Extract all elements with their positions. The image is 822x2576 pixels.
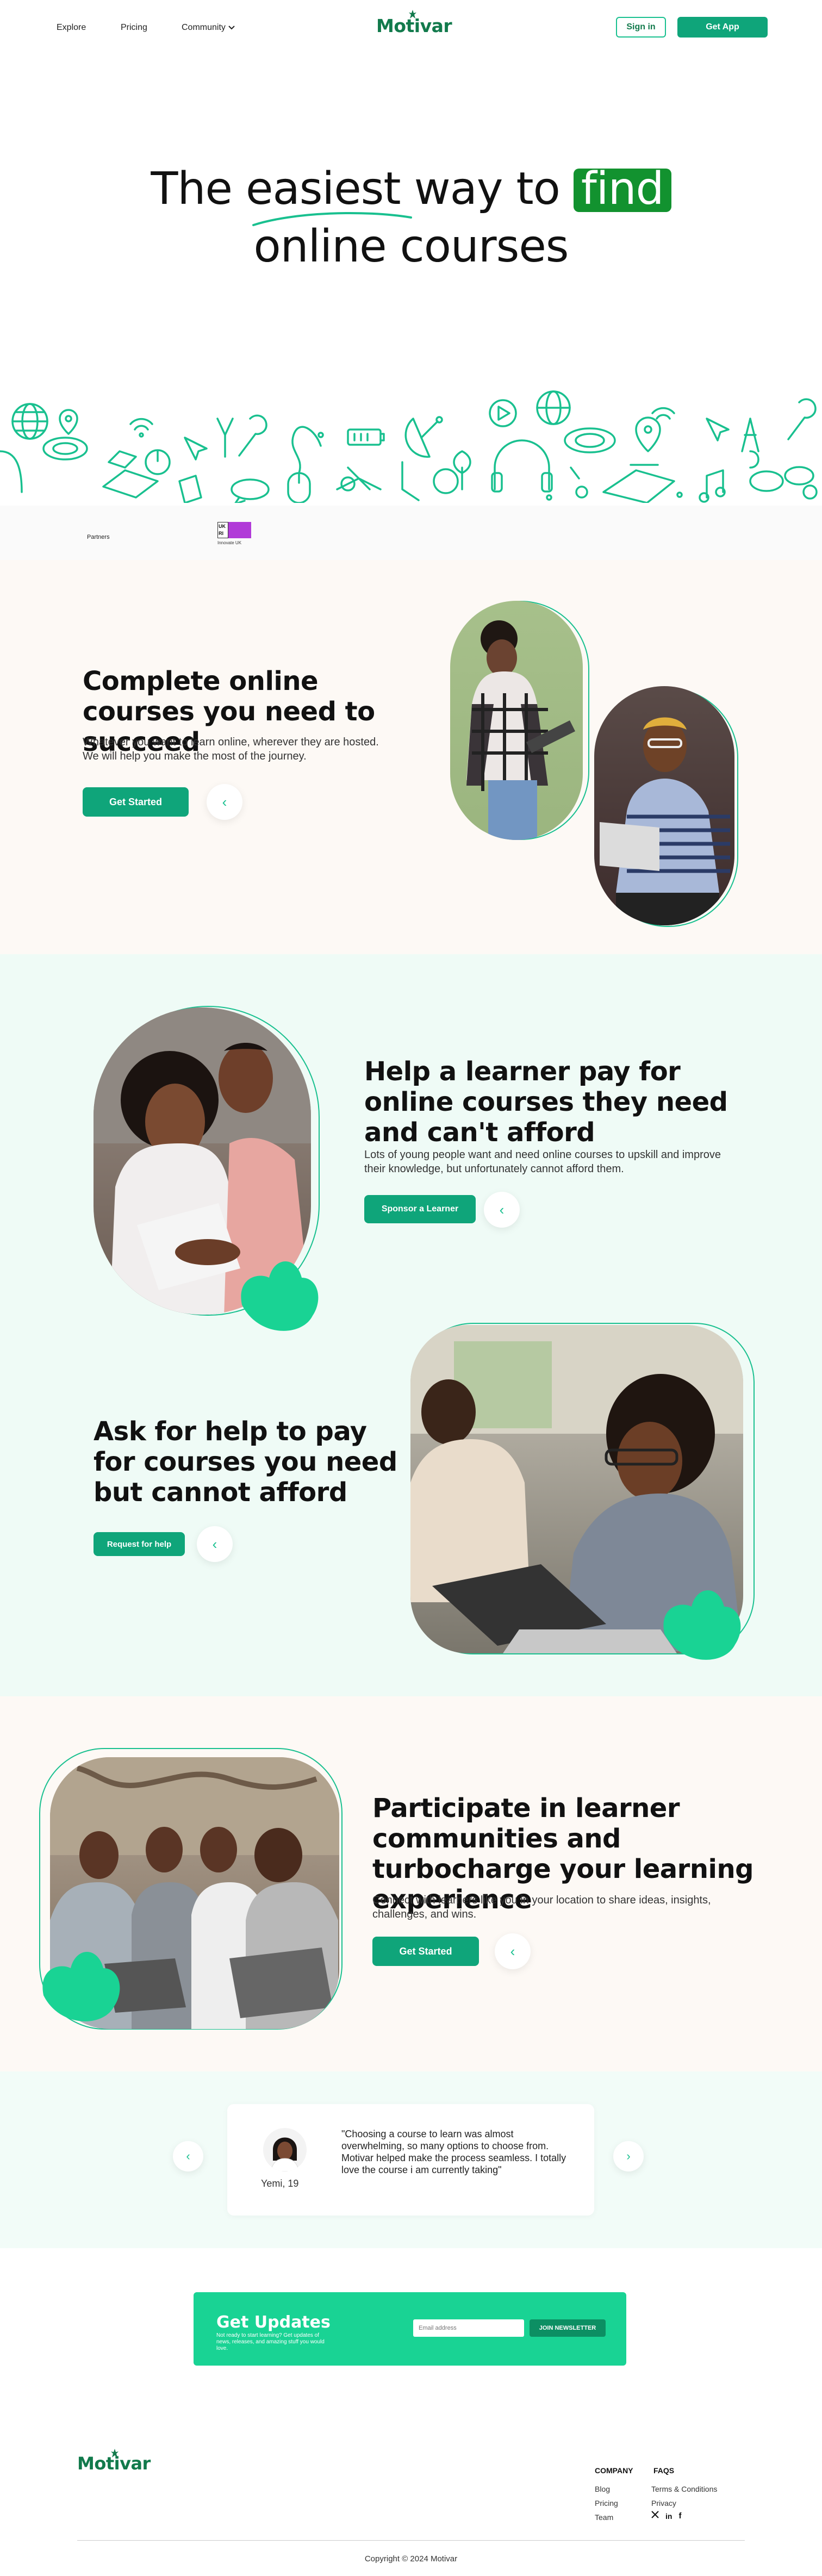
get-app-button[interactable]: Get App	[677, 17, 768, 38]
partners-strip: Partners UK RI Innovate UK	[0, 506, 822, 560]
linkedin-icon[interactable]: in	[665, 2512, 672, 2521]
section-complete-courses: Complete online courses you need to succ…	[0, 560, 822, 954]
partners-label: Partners	[87, 534, 110, 540]
footer-link-blog[interactable]: Blog	[595, 2485, 610, 2493]
hero-word-way-to: way to	[414, 163, 561, 215]
section4-body: Connect with learners like you in your l…	[372, 1894, 711, 1920]
nav-community[interactable]: Community	[182, 23, 235, 33]
footer-link-privacy[interactable]: Privacy	[651, 2499, 676, 2507]
innovate-uk-logo: UK RI Innovate UK	[217, 522, 252, 555]
footer-divider	[77, 2540, 745, 2541]
testimonial-card: Yemi, 19 "Choosing a course to learn was…	[227, 2104, 594, 2216]
leaf-logo-icon	[409, 10, 416, 18]
section2-body: Lots of young people want and need onlin…	[364, 1149, 721, 1175]
nav-logo[interactable]: Motivar	[376, 10, 452, 36]
hero-highlight-find: find	[573, 167, 671, 212]
updates-body: Not ready to start learning? Get updates…	[216, 2332, 325, 2351]
sign-in-button[interactable]: Sign in	[616, 17, 666, 38]
footer-company-heading: COMPANY	[595, 2466, 633, 2475]
section2-title: Help a learner pay for online courses th…	[364, 1056, 728, 1148]
innovate-uk-swatch	[228, 522, 251, 538]
facebook-icon[interactable]: f	[678, 2511, 681, 2521]
chevron-left-icon: ‹	[510, 1943, 515, 1959]
footer: Motivar COMPANY Blog Pricing Team FAQS T…	[0, 2392, 822, 2576]
sponsor-learner-button[interactable]: Sponsor a Learner	[364, 1195, 476, 1223]
chevron-left-icon: ‹	[222, 793, 227, 810]
nav-community-label: Community	[182, 23, 226, 32]
footer-link-terms[interactable]: Terms & Conditions	[651, 2485, 717, 2493]
section4-get-started-button[interactable]: Get Started	[372, 1937, 479, 1966]
learner-photo-man-laptop	[594, 686, 734, 925]
social-links: in f	[651, 2511, 681, 2521]
learner-photo-woman-laptop	[450, 601, 583, 840]
chevron-left-icon: ‹	[212, 1535, 217, 1552]
join-newsletter-button[interactable]: JOIN NEWSLETTER	[530, 2319, 606, 2337]
learning-doodles-illustration	[0, 386, 822, 505]
footer-logo[interactable]: Motivar	[77, 2449, 151, 2474]
email-input[interactable]	[413, 2319, 524, 2337]
avatar	[263, 2128, 307, 2171]
nav-pricing[interactable]: Pricing	[121, 23, 147, 33]
leaf-blob-decoration-3	[42, 1952, 120, 2021]
nav-pricing-label: Pricing	[121, 23, 147, 32]
footer-link-pricing[interactable]: Pricing	[595, 2499, 618, 2507]
testimonial-prev-button[interactable]: ‹	[173, 2141, 203, 2171]
section1-body: Whatever you want to learn online, where…	[83, 736, 379, 762]
hero-word-the: The	[151, 163, 233, 215]
updates-banner: Get Updates Not ready to start learning?…	[194, 2292, 626, 2366]
hero: The easiest way to find online courses	[0, 54, 822, 386]
chevron-right-icon: ›	[626, 2149, 631, 2163]
copyright: Copyright © 2024 Motivar	[364, 2554, 458, 2563]
testimonial-quote: "Choosing a course to learn was almost o…	[341, 2129, 566, 2175]
hero-title-line2: online courses	[253, 221, 569, 272]
testimonial-section: ‹ Yemi, 19 "Choosing a course to learn w…	[0, 2071, 822, 2248]
leaf-logo-icon	[111, 2449, 119, 2457]
nav-explore-label: Explore	[57, 23, 86, 32]
section-learner-communities: Participate in learner communities and t…	[0, 1696, 822, 2071]
chevron-left-icon: ‹	[499, 1201, 505, 1218]
leaf-blob-decoration-2	[663, 1590, 741, 1660]
updates-title: Get Updates	[216, 2313, 331, 2332]
section2-arrow-button[interactable]: ‹	[484, 1192, 520, 1228]
leaf-blob-decoration-1	[241, 1261, 319, 1331]
ukri-mark: UK RI	[217, 522, 228, 538]
testimonial-next-button[interactable]: ›	[613, 2141, 644, 2171]
section1-arrow-button[interactable]: ‹	[207, 784, 242, 820]
top-nav: Explore Pricing Community Motivar Sign i…	[0, 0, 822, 54]
footer-link-team[interactable]: Team	[595, 2513, 613, 2522]
request-help-button[interactable]: Request for help	[94, 1532, 185, 1556]
section3-arrow-button[interactable]: ‹	[197, 1526, 233, 1562]
section3-title: Ask for help to pay for courses you need…	[94, 1416, 397, 1508]
x-icon[interactable]	[651, 2511, 659, 2521]
footer-faqs-heading: FAQS	[653, 2466, 675, 2475]
nav-explore[interactable]: Explore	[57, 23, 86, 33]
chevron-down-icon	[228, 26, 235, 30]
section1-get-started-button[interactable]: Get Started	[83, 787, 189, 817]
section4-arrow-button[interactable]: ‹	[495, 1933, 531, 1969]
testimonial-author: Yemi, 19	[261, 2178, 299, 2189]
chevron-left-icon: ‹	[186, 2149, 190, 2163]
section-sponsor-and-help: Help a learner pay for online courses th…	[0, 954, 822, 1696]
innovate-uk-text: Innovate UK	[217, 540, 242, 545]
